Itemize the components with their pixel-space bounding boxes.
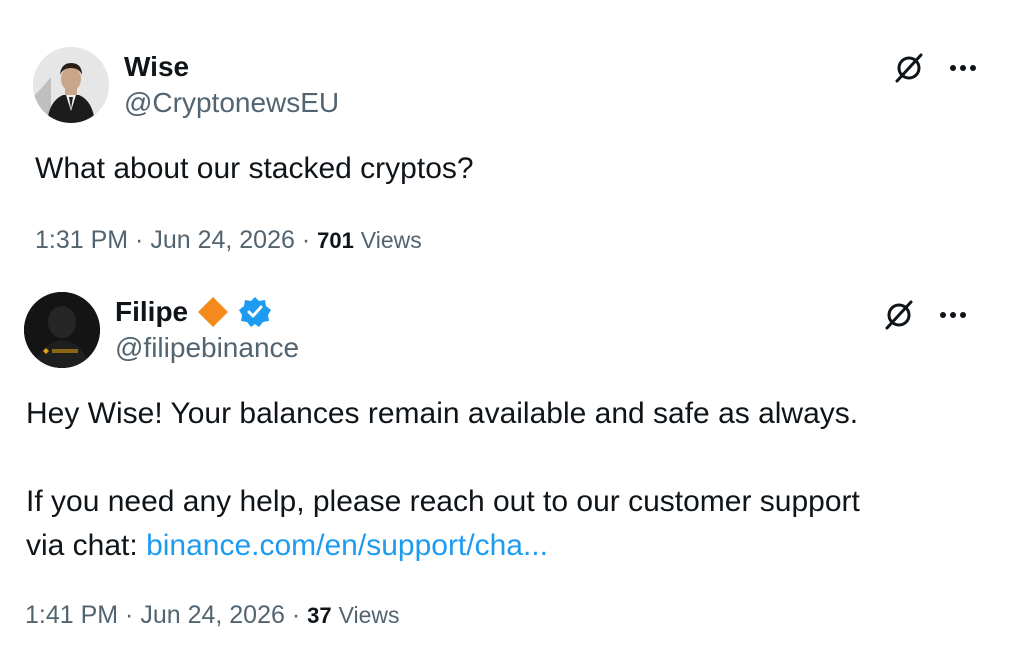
author-name[interactable]: Wise — [124, 50, 189, 84]
tweet-actions — [882, 298, 968, 332]
views-count: 37 — [307, 603, 332, 628]
avatar[interactable] — [33, 47, 109, 123]
author-row: Filipe — [115, 295, 272, 329]
views-label: Views — [360, 227, 422, 253]
author-name[interactable]: Filipe — [115, 295, 188, 329]
tweet-text-paragraph-2: If you need any help, please reach out t… — [26, 480, 986, 568]
author-row: Wise — [124, 50, 189, 84]
timestamp-time[interactable]: 1:41 PM — [25, 601, 118, 629]
orange-diamond-badge-icon — [196, 295, 230, 329]
more-icon[interactable] — [948, 63, 978, 73]
tweet-meta: 1:41 PM · Jun 24, 2026 · 37 Views — [25, 600, 400, 631]
tweet-text: What about our stacked cryptos? — [35, 152, 474, 185]
grok-icon[interactable] — [882, 298, 916, 332]
timestamp-time[interactable]: 1:31 PM — [35, 226, 128, 254]
timestamp-date[interactable]: Jun 24, 2026 — [140, 601, 285, 629]
tweet-wise[interactable]: Wise @CryptonewsEU What about our stacke… — [0, 0, 1024, 268]
separator: · — [284, 601, 308, 629]
author-handle[interactable]: @CryptonewsEU — [124, 86, 339, 120]
views-count: 701 — [317, 228, 354, 253]
separator: · — [118, 601, 141, 629]
binance-avatar-icon — [24, 292, 100, 368]
more-icon[interactable] — [938, 310, 968, 320]
blue-verified-badge-icon[interactable] — [238, 295, 272, 329]
separator: · — [294, 226, 318, 254]
timestamp-date[interactable]: Jun 24, 2026 — [150, 226, 295, 254]
avatar[interactable] — [24, 292, 100, 368]
views-label: Views — [338, 602, 400, 628]
grok-icon[interactable] — [892, 51, 926, 85]
tweet-text-paragraph-1: Hey Wise! Your balances remain available… — [26, 397, 859, 430]
person-in-suit-avatar-icon — [33, 47, 109, 123]
tweet-meta: 1:31 PM · Jun 24, 2026 · 701 Views — [35, 225, 422, 256]
tweet-actions — [892, 51, 978, 85]
support-link[interactable]: binance.com/en/support/cha... — [146, 529, 548, 562]
author-handle[interactable]: @filipebinance — [115, 331, 299, 365]
tweet-filipe[interactable]: Filipe @filipebinance Hey Wise! Your bal… — [0, 268, 1024, 652]
separator: · — [128, 226, 151, 254]
